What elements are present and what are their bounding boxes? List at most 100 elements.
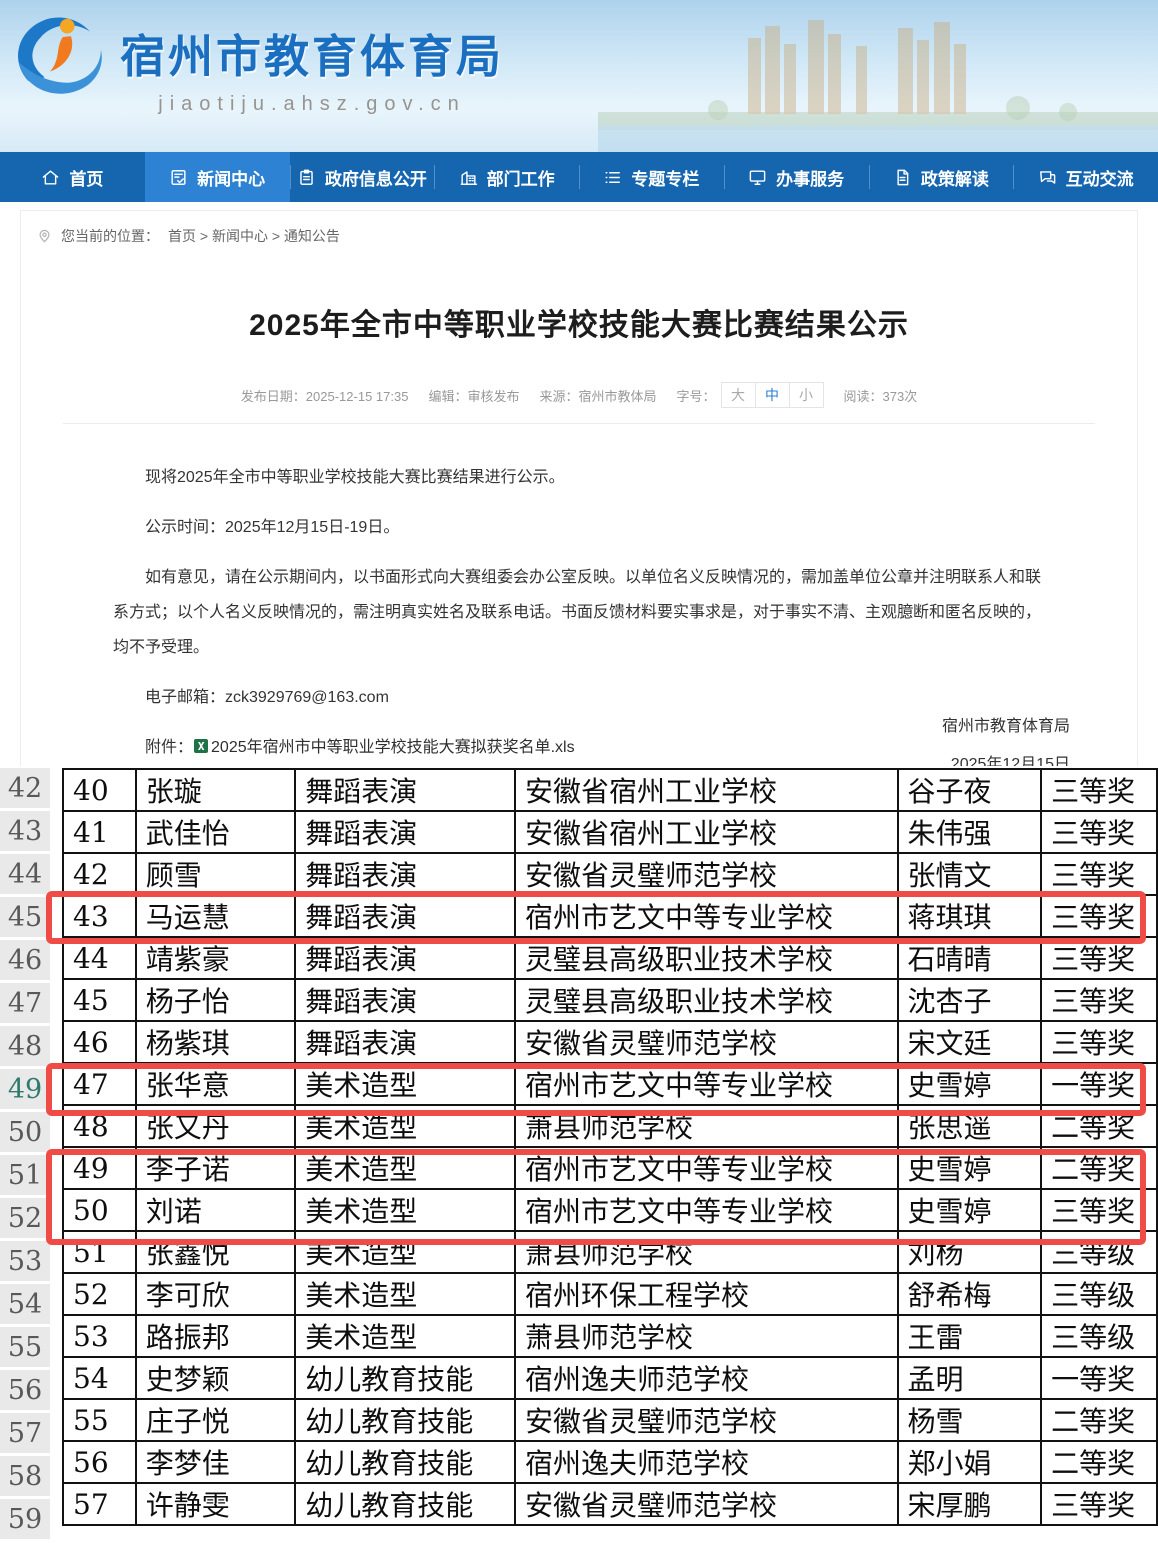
teacher-cell: 张情文 [898, 853, 1042, 895]
nav-item-label: 新闻中心 [197, 165, 265, 190]
teacher-cell: 王雷 [898, 1315, 1042, 1357]
seq-cell: 41 [63, 811, 136, 853]
services-icon [748, 168, 767, 187]
nav-item-政府信息公开[interactable]: 政府信息公开 [290, 152, 435, 202]
excel-row-number: 54 [0, 1284, 50, 1324]
seq-cell: 46 [63, 1021, 136, 1063]
table-row: 40张璇舞蹈表演安徽省宿州工业学校谷子夜三等奖 [63, 769, 1157, 811]
school-cell: 宿州市艺文中等专业学校 [515, 1063, 898, 1105]
award-cell: 二等奖 [1041, 1147, 1157, 1189]
breadcrumb-prefix: 您当前的位置： [61, 226, 159, 246]
award-cell: 三等奖 [1041, 1483, 1157, 1525]
seq-cell: 49 [63, 1147, 136, 1189]
seq-cell: 48 [63, 1105, 136, 1147]
fontsize-label: 字号： [676, 386, 715, 405]
article-paragraph: 现将2025年全市中等职业学校技能大赛比赛结果进行公示。 [113, 460, 1045, 495]
site-name: 宿州市教育体育局 [120, 20, 504, 85]
excel-row-gutter: 424344454647484950515253545556575859 [0, 768, 50, 1542]
bureau-logo-icon [10, 4, 110, 112]
name-cell: 李子诺 [136, 1147, 296, 1189]
site-url: jiaotiju.ahsz.gov.cn [120, 93, 504, 116]
teacher-cell: 杨雪 [898, 1399, 1042, 1441]
nav-item-label: 专题专栏 [631, 165, 699, 190]
school-cell: 萧县师范学校 [515, 1231, 898, 1273]
nav-item-办事服务[interactable]: 办事服务 [724, 152, 869, 202]
seq-cell: 52 [63, 1273, 136, 1315]
breadcrumb-path[interactable]: 首页 > 新闻中心 > 通知公告 [168, 226, 340, 246]
nav-item-部门工作[interactable]: 部门工作 [434, 152, 579, 202]
results-table-area: 424344454647484950515253545556575859 40张… [0, 766, 1158, 1545]
source: 来源：宿州市教体局 [539, 386, 656, 405]
excel-row-number: 47 [0, 983, 50, 1023]
seq-cell: 54 [63, 1357, 136, 1399]
font-size-button-中[interactable]: 中 [755, 382, 790, 408]
excel-row-number: 42 [0, 768, 50, 808]
award-cell: 三等奖 [1041, 1189, 1157, 1231]
table-row: 53路振邦美术造型萧县师范学校王雷三等级 [63, 1315, 1157, 1357]
category-cell: 美术造型 [295, 1063, 515, 1105]
award-cell: 一等奖 [1041, 1063, 1157, 1105]
news-icon [169, 168, 188, 187]
category-cell: 舞蹈表演 [295, 979, 515, 1021]
page: 宿州市教育体育局 jiaotiju.ahsz.gov.cn 首页 新闻中心 政府信息… [0, 0, 1158, 1545]
attachment-label: 附件： [145, 739, 193, 756]
nav-item-新闻中心[interactable]: 新闻中心 [145, 152, 290, 202]
excel-row-number: 50 [0, 1112, 50, 1152]
award-cell: 三等奖 [1041, 853, 1157, 895]
teacher-cell: 史雪婷 [898, 1063, 1042, 1105]
seq-cell: 56 [63, 1441, 136, 1483]
category-cell: 幼儿教育技能 [295, 1357, 515, 1399]
category-cell: 舞蹈表演 [295, 895, 515, 937]
school-cell: 宿州市艺文中等专业学校 [515, 1189, 898, 1231]
attachment-line: 附件： 2025年宿州市中等职业学校技能大赛拟获奖名单.xls [113, 730, 1045, 765]
seq-cell: 53 [63, 1315, 136, 1357]
attachment-link[interactable]: 2025年宿州市中等职业学校技能大赛拟获奖名单.xls [211, 739, 575, 756]
award-cell: 三等奖 [1041, 937, 1157, 979]
seq-cell: 47 [63, 1063, 136, 1105]
name-cell: 路振邦 [136, 1315, 296, 1357]
school-cell: 宿州市艺文中等专业学校 [515, 1147, 898, 1189]
nav-item-label: 部门工作 [487, 165, 555, 190]
article-paragraph: 如有意见，请在公示期间内，以书面形式向大赛组委会办公室反映。以单位名义反映情况的… [113, 560, 1045, 665]
nav-item-首页[interactable]: 首页 [0, 152, 145, 202]
name-cell: 靖紫豪 [136, 937, 296, 979]
category-cell: 舞蹈表演 [295, 937, 515, 979]
award-cell: 三等级 [1041, 1315, 1157, 1357]
excel-row-number: 44 [0, 854, 50, 894]
teacher-cell: 朱伟强 [898, 811, 1042, 853]
table-row: 42顾雪舞蹈表演安徽省灵璧师范学校张情文三等奖 [63, 853, 1157, 895]
award-cell: 三等奖 [1041, 895, 1157, 937]
teacher-cell: 舒希梅 [898, 1273, 1042, 1315]
nav-item-label: 政府信息公开 [325, 165, 427, 190]
nav-item-政策解读[interactable]: 政策解读 [869, 152, 1014, 202]
font-size-button-大[interactable]: 大 [721, 382, 756, 408]
school-cell: 萧县师范学校 [515, 1315, 898, 1357]
teacher-cell: 谷子夜 [898, 769, 1042, 811]
teacher-cell: 宋厚鹏 [898, 1483, 1042, 1525]
font-size-button-小[interactable]: 小 [789, 382, 824, 408]
category-cell: 舞蹈表演 [295, 769, 515, 811]
excel-row-number: 58 [0, 1456, 50, 1496]
nav-item-专题专栏[interactable]: 专题专栏 [579, 152, 724, 202]
interaction-icon [1038, 168, 1057, 187]
teacher-cell: 宋文廷 [898, 1021, 1042, 1063]
award-cell: 二等奖 [1041, 1441, 1157, 1483]
main-nav: 首页 新闻中心 政府信息公开 部门工作 专题专栏 办事服务政策解读互动交流 [0, 152, 1158, 202]
table-row: 50刘诺美术造型宿州市艺文中等专业学校史雪婷三等奖 [63, 1189, 1157, 1231]
excel-row-number: 55 [0, 1327, 50, 1367]
table-row: 52李可欣美术造型宿州环保工程学校舒希梅三等级 [63, 1273, 1157, 1315]
table-row: 51张鑫悦美术造型萧县师范学校刘杨三等级 [63, 1231, 1157, 1273]
excel-row-number: 51 [0, 1155, 50, 1195]
table-row: 45杨子怡舞蹈表演灵璧县高级职业技术学校沈杏子三等奖 [63, 979, 1157, 1021]
category-cell: 舞蹈表演 [295, 811, 515, 853]
name-cell: 史梦颖 [136, 1357, 296, 1399]
name-cell: 杨子怡 [136, 979, 296, 1021]
name-cell: 张璇 [136, 769, 296, 811]
category-cell: 舞蹈表演 [295, 853, 515, 895]
school-cell: 安徽省宿州工业学校 [515, 769, 898, 811]
table-row: 57许静雯幼儿教育技能安徽省灵璧师范学校宋厚鹏三等奖 [63, 1483, 1157, 1525]
seq-cell: 43 [63, 895, 136, 937]
teacher-cell: 孟明 [898, 1357, 1042, 1399]
nav-item-互动交流[interactable]: 互动交流 [1013, 152, 1158, 202]
nav-item-label: 办事服务 [776, 165, 844, 190]
